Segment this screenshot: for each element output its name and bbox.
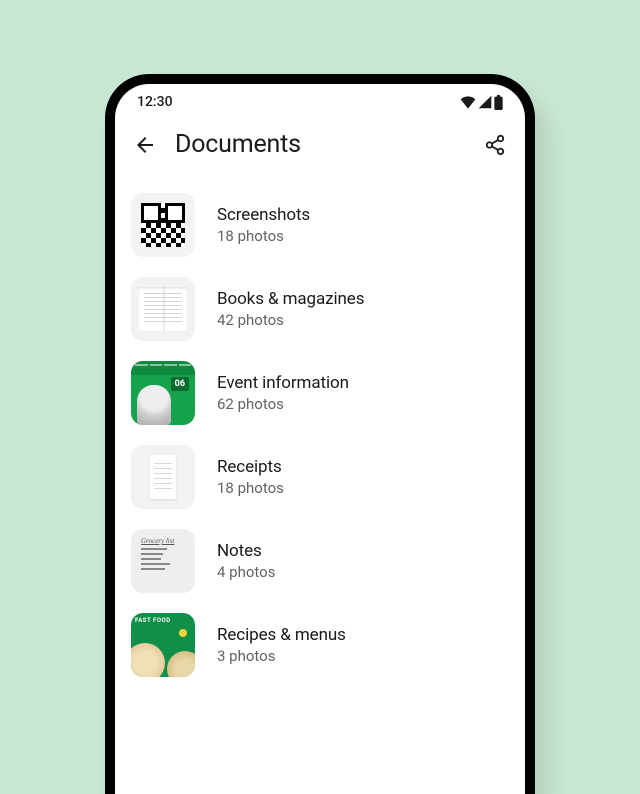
list-item-text: Recipes & menus 3 photos	[217, 625, 346, 665]
page-title: Documents	[175, 130, 465, 159]
list-item-count: 3 photos	[217, 647, 346, 665]
status-icons	[460, 95, 503, 110]
thumbnail-recipe-icon: FAST FOOD	[131, 613, 195, 677]
thumbnail-event-icon: 06	[131, 361, 195, 425]
wifi-icon	[460, 95, 476, 109]
list-item-text: Event information 62 photos	[217, 373, 349, 413]
list-item-title: Receipts	[217, 457, 284, 477]
list-item-text: Notes 4 photos	[217, 541, 275, 581]
share-icon	[484, 134, 506, 156]
status-time: 12:30	[137, 94, 173, 110]
thumbnail-receipt-icon	[131, 445, 195, 509]
list-item-title: Screenshots	[217, 205, 310, 225]
phone-frame: 12:30 Documents Screenshots 18 photos	[105, 74, 535, 794]
list-item-title: Notes	[217, 541, 275, 561]
list-item-title: Recipes & menus	[217, 625, 346, 645]
back-button[interactable]	[131, 131, 159, 159]
list-item-count: 4 photos	[217, 563, 275, 581]
list-item-events[interactable]: 06 Event information 62 photos	[131, 351, 509, 435]
list-item-notes[interactable]: Grocery list Notes 4 photos	[131, 519, 509, 603]
list-item-count: 18 photos	[217, 227, 310, 245]
list-item-title: Event information	[217, 373, 349, 393]
battery-icon	[494, 95, 503, 110]
list-item-count: 18 photos	[217, 479, 284, 497]
cell-signal-icon	[478, 95, 492, 109]
thumbnail-book-icon	[131, 277, 195, 341]
list-item-text: Receipts 18 photos	[217, 457, 284, 497]
list-item-receipts[interactable]: Receipts 18 photos	[131, 435, 509, 519]
screen: 12:30 Documents Screenshots 18 photos	[115, 84, 525, 794]
thumbnail-notes-icon: Grocery list	[131, 529, 195, 593]
list-item-books[interactable]: Books & magazines 42 photos	[131, 267, 509, 351]
list-item-count: 42 photos	[217, 311, 364, 329]
app-header: Documents	[115, 120, 525, 173]
list-item-text: Books & magazines 42 photos	[217, 289, 364, 329]
category-list: Screenshots 18 photos Books & magazines …	[115, 173, 525, 687]
list-item-screenshots[interactable]: Screenshots 18 photos	[131, 183, 509, 267]
list-item-text: Screenshots 18 photos	[217, 205, 310, 245]
thumbnail-qr-icon	[131, 193, 195, 257]
status-bar: 12:30	[115, 84, 525, 120]
arrow-back-icon	[133, 133, 157, 157]
list-item-title: Books & magazines	[217, 289, 364, 309]
list-item-recipes[interactable]: FAST FOOD Recipes & menus 3 photos	[131, 603, 509, 687]
share-button[interactable]	[481, 131, 509, 159]
list-item-count: 62 photos	[217, 395, 349, 413]
